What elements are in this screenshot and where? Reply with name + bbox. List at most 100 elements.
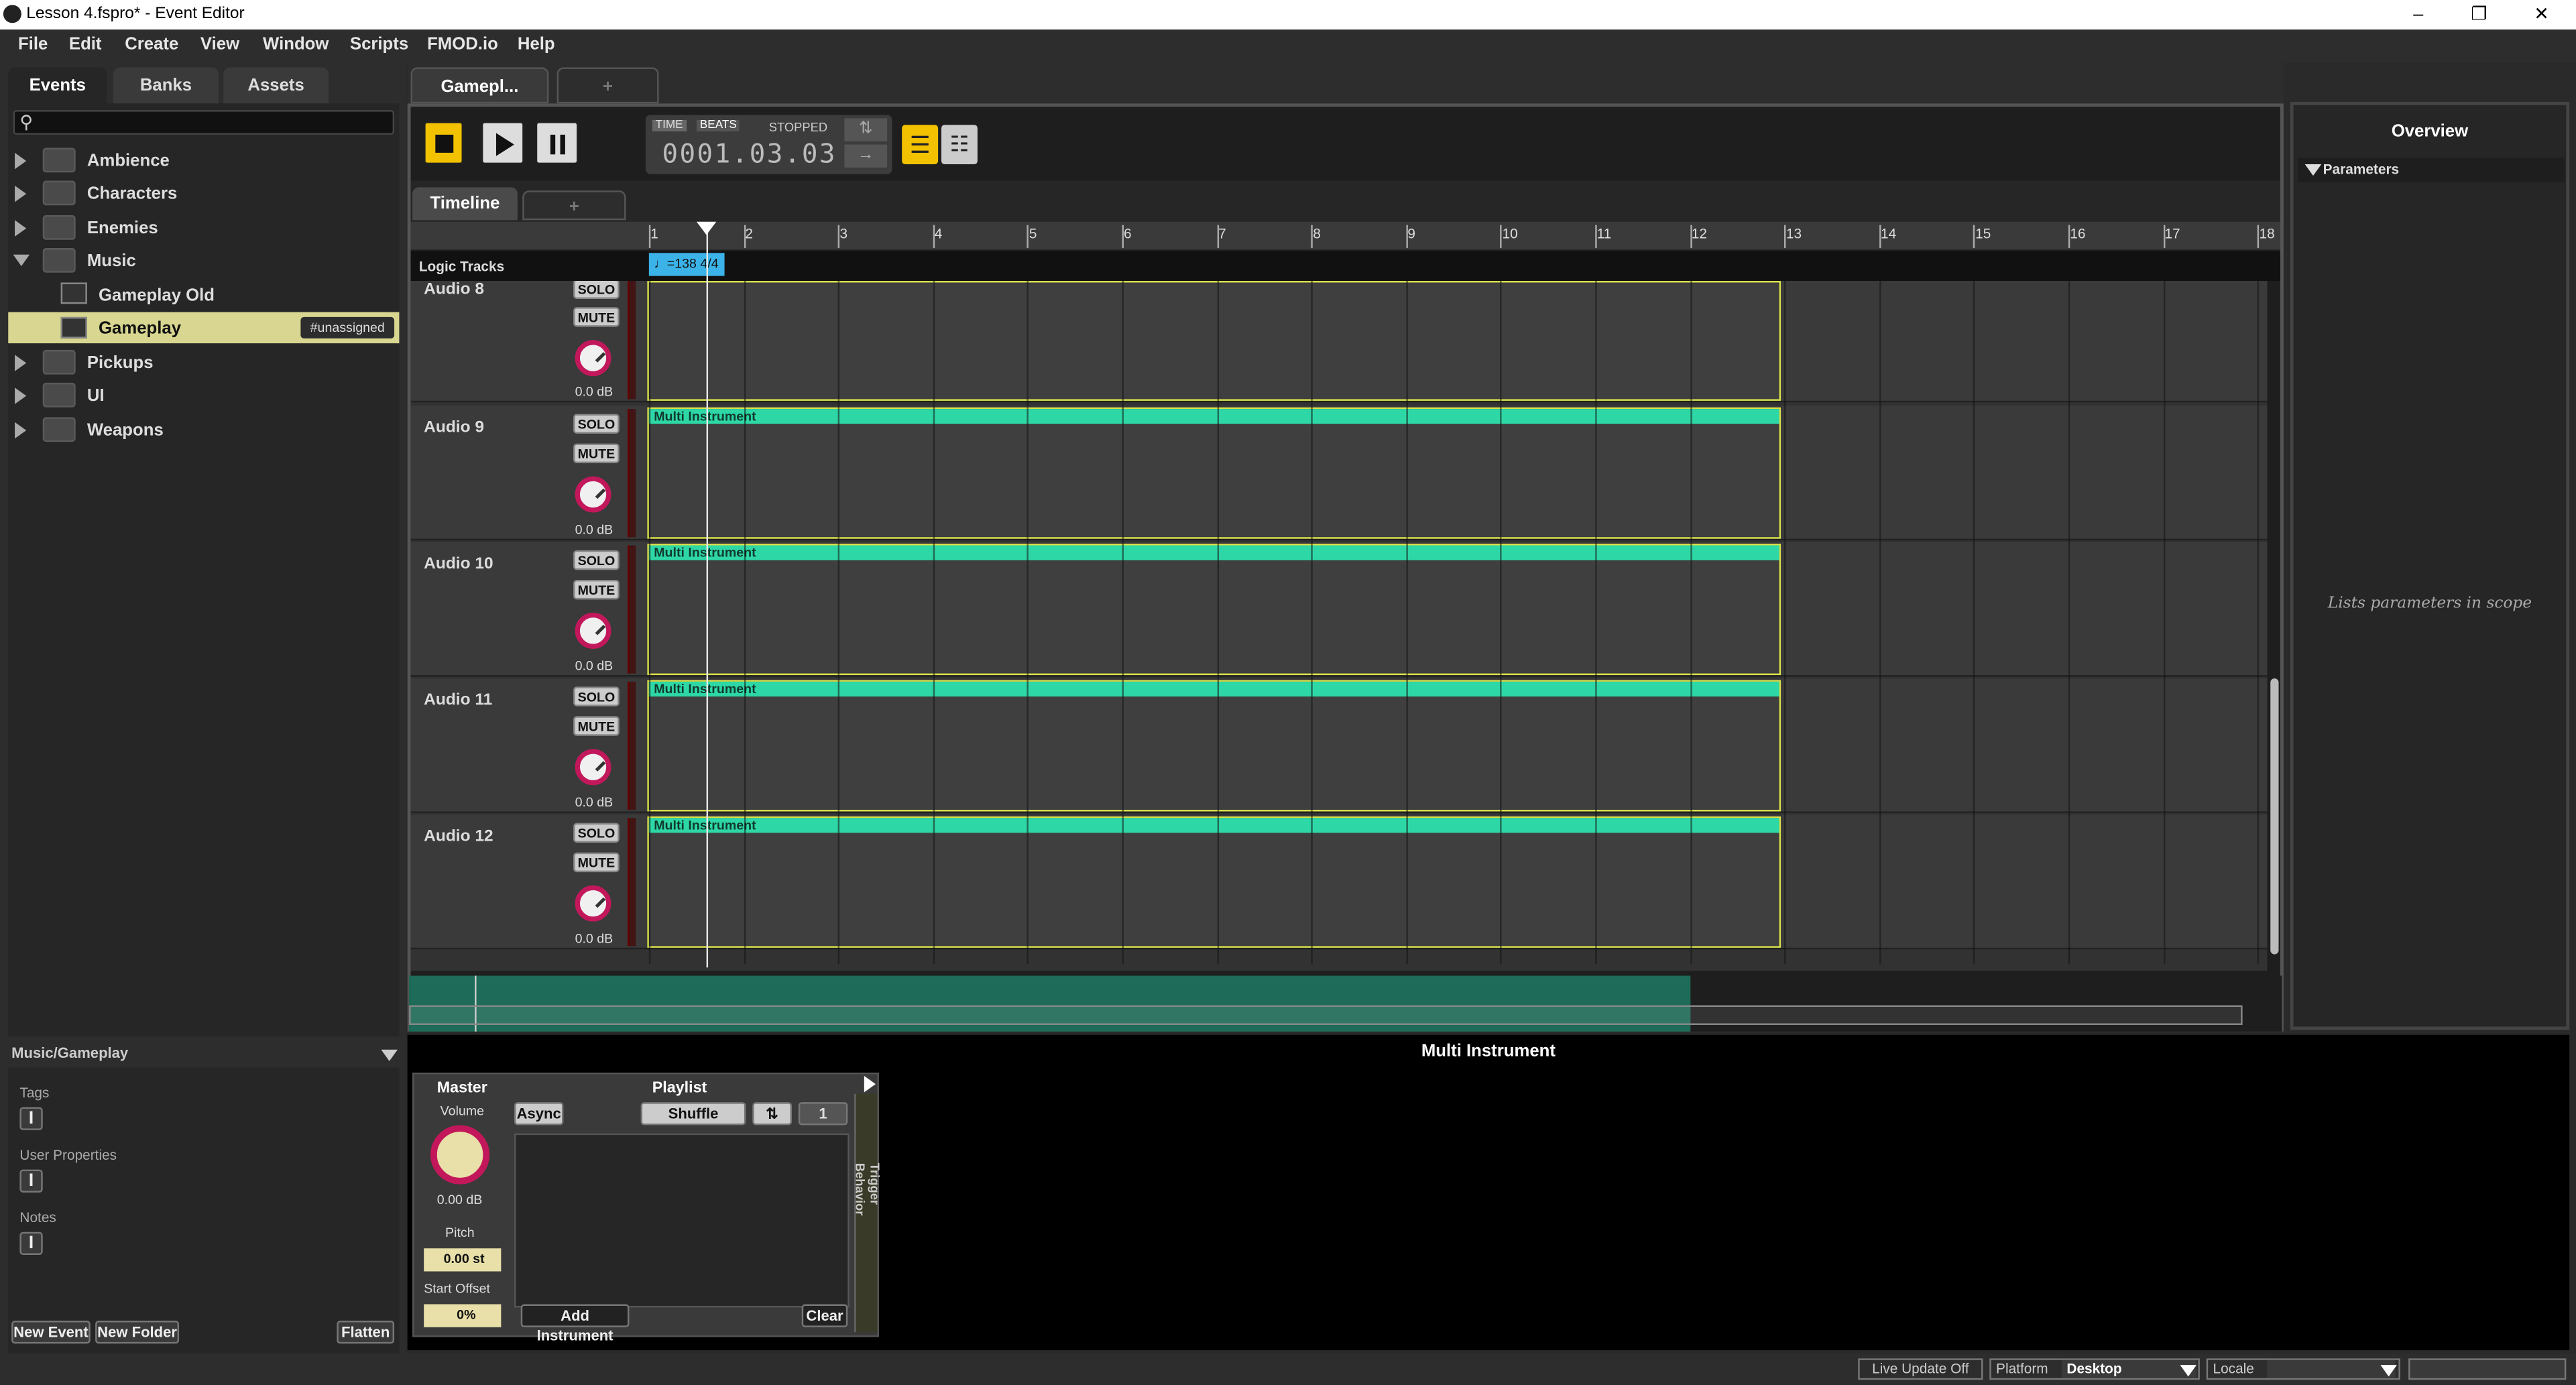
tempo-marker[interactable]: ♩=138 4/4 bbox=[648, 253, 725, 276]
start-offset-field[interactable]: 0% bbox=[424, 1304, 502, 1327]
master-volume-knob[interactable] bbox=[430, 1125, 490, 1185]
mute-button[interactable]: MUTE bbox=[573, 716, 620, 736]
multi-instrument-region[interactable]: Multi Instrument bbox=[647, 680, 1781, 812]
track-audio-8[interactable]: Audio 8 SOLO MUTE 0.0 dB bbox=[410, 267, 2268, 403]
tab-assets[interactable]: Assets bbox=[223, 67, 329, 104]
live-update-button[interactable]: Live Update Off bbox=[1858, 1358, 1983, 1380]
vertical-scrollbar[interactable] bbox=[2270, 678, 2279, 955]
menu-window[interactable]: Window bbox=[263, 34, 329, 54]
tree-item-characters[interactable]: Characters bbox=[87, 184, 177, 203]
bank-tag-badge[interactable]: #unassigned bbox=[300, 316, 395, 339]
follow-arrow-icon[interactable]: → bbox=[844, 144, 888, 168]
timeline-position[interactable]: 0001.03.03 bbox=[662, 138, 837, 170]
flatten-button[interactable]: Flatten bbox=[337, 1321, 395, 1344]
new-event-button[interactable]: New Event bbox=[11, 1321, 91, 1344]
clear-button[interactable]: Clear bbox=[801, 1304, 848, 1327]
add-parameter-tab-button[interactable]: + bbox=[522, 190, 626, 221]
timeline-ruler[interactable] bbox=[410, 221, 2280, 250]
playlist-mode-select[interactable]: Shuffle bbox=[640, 1102, 746, 1126]
tab-banks[interactable]: Banks bbox=[113, 67, 219, 104]
track-audio-12[interactable]: Audio 12 SOLO MUTE 0.0 dB Multi Instrume… bbox=[410, 815, 2268, 950]
track-audio-11[interactable]: Audio 11 SOLO MUTE 0.0 dB Multi Instrume… bbox=[410, 678, 2268, 813]
tree-item-ui[interactable]: UI bbox=[87, 386, 105, 406]
tree-item-weapons[interactable]: Weapons bbox=[87, 420, 164, 440]
loop-icon[interactable]: ⇅ bbox=[844, 118, 888, 141]
volume-knob[interactable] bbox=[575, 476, 611, 513]
tab-events[interactable]: Events bbox=[8, 67, 107, 104]
solo-button[interactable]: SOLO bbox=[573, 414, 620, 434]
track-audio-9[interactable]: Audio 9 SOLO MUTE 0.0 dB Multi Instrumen… bbox=[410, 406, 2268, 541]
tree-item-gameplay[interactable]: Gameplay #unassigned bbox=[8, 312, 400, 344]
volume-knob[interactable] bbox=[575, 612, 611, 649]
dropdown-arrow-icon[interactable] bbox=[381, 1049, 398, 1061]
multi-instrument-region[interactable]: Multi Instrument bbox=[647, 544, 1781, 676]
mute-button[interactable]: MUTE bbox=[573, 579, 620, 600]
tab-event-gameplay[interactable]: Gamepl... bbox=[410, 67, 549, 104]
menu-file[interactable]: File bbox=[18, 34, 48, 54]
restore-icon[interactable]: ❐ bbox=[2455, 1, 2504, 27]
grid-view-icon[interactable]: ☷ bbox=[941, 125, 978, 165]
collapse-arrow-icon[interactable] bbox=[2304, 164, 2322, 176]
multi-instrument-region[interactable] bbox=[647, 280, 1781, 401]
playhead[interactable] bbox=[706, 225, 709, 968]
mute-button[interactable]: MUTE bbox=[573, 852, 620, 873]
expand-arrow-icon[interactable] bbox=[15, 152, 27, 170]
tree-item-gameplay-old[interactable]: Gameplay Old bbox=[99, 286, 215, 305]
play-count-field[interactable]: 1 bbox=[798, 1102, 848, 1126]
mute-button[interactable]: MUTE bbox=[573, 307, 620, 327]
menu-edit[interactable]: Edit bbox=[69, 34, 102, 54]
menu-help[interactable]: Help bbox=[518, 34, 555, 54]
volume-knob[interactable] bbox=[575, 885, 611, 922]
text-cursor-icon[interactable]: I bbox=[19, 1107, 43, 1130]
solo-button[interactable]: SOLO bbox=[573, 686, 620, 707]
loop-playlist-icon[interactable]: ⇅ bbox=[752, 1102, 793, 1126]
list-view-icon[interactable]: ☰ bbox=[902, 125, 939, 165]
time-mode-toggle[interactable]: TIME bbox=[652, 119, 687, 132]
collapse-arrow-icon[interactable] bbox=[13, 254, 30, 266]
async-button[interactable]: Async bbox=[514, 1102, 564, 1126]
stop-button[interactable] bbox=[424, 121, 463, 165]
menu-fmodio[interactable]: FMOD.io bbox=[427, 34, 498, 54]
playhead-handle-icon[interactable] bbox=[696, 221, 717, 235]
track-audio-10[interactable]: Audio 10 SOLO MUTE 0.0 dB Multi Instrume… bbox=[410, 542, 2268, 677]
trigger-behavior-drawer[interactable]: Trigger Behavior bbox=[853, 1093, 882, 1333]
add-tab-button[interactable]: + bbox=[557, 67, 659, 104]
expand-arrow-icon[interactable] bbox=[15, 422, 27, 439]
path-bar[interactable]: Music/Gameplay bbox=[8, 1043, 399, 1066]
beats-mode-toggle[interactable]: BEATS bbox=[696, 119, 740, 132]
solo-button[interactable]: SOLO bbox=[573, 823, 620, 843]
minimize-icon[interactable]: – bbox=[2394, 1, 2443, 27]
search-input[interactable]: ⚲ bbox=[13, 110, 395, 135]
multi-instrument-region[interactable]: Multi Instrument bbox=[647, 407, 1781, 539]
parameters-header[interactable]: Parameters bbox=[2298, 158, 2565, 182]
instrument-playlist[interactable] bbox=[514, 1133, 850, 1308]
tree-item-music[interactable]: Music bbox=[87, 251, 136, 271]
text-cursor-icon[interactable]: I bbox=[19, 1231, 43, 1255]
pause-button[interactable] bbox=[535, 121, 579, 165]
close-icon[interactable]: ✕ bbox=[2517, 1, 2567, 27]
text-cursor-icon[interactable]: I bbox=[19, 1169, 43, 1193]
menu-view[interactable]: View bbox=[200, 34, 239, 54]
new-folder-button[interactable]: New Folder bbox=[95, 1321, 180, 1344]
tree-item-pickups[interactable]: Pickups bbox=[87, 353, 154, 373]
pitch-field[interactable]: 0.00 st bbox=[424, 1248, 502, 1272]
add-instrument-button[interactable]: Add Instrument bbox=[520, 1304, 630, 1343]
expand-arrow-icon[interactable] bbox=[15, 387, 27, 404]
tree-item-ambience[interactable]: Ambience bbox=[87, 151, 170, 170]
timeline-overview[interactable] bbox=[409, 975, 2282, 1032]
mute-button[interactable]: MUTE bbox=[573, 443, 620, 463]
volume-knob[interactable] bbox=[575, 340, 611, 377]
volume-knob[interactable] bbox=[575, 749, 611, 786]
multi-instrument-region[interactable]: Multi Instrument bbox=[647, 816, 1781, 948]
menu-create[interactable]: Create bbox=[125, 34, 178, 54]
expand-arrow-icon[interactable] bbox=[15, 185, 27, 202]
expand-arrow-icon[interactable] bbox=[864, 1075, 876, 1093]
horizontal-scrollbar[interactable] bbox=[409, 1005, 2243, 1025]
platform-select[interactable]: Platform Desktop bbox=[1989, 1358, 2200, 1380]
locale-select[interactable]: Locale bbox=[2206, 1358, 2400, 1380]
tab-timeline[interactable]: Timeline bbox=[412, 187, 518, 221]
expand-arrow-icon[interactable] bbox=[15, 220, 27, 237]
tree-item-enemies[interactable]: Enemies bbox=[87, 219, 158, 238]
solo-button[interactable]: SOLO bbox=[573, 279, 620, 299]
expand-arrow-icon[interactable] bbox=[15, 355, 27, 371]
